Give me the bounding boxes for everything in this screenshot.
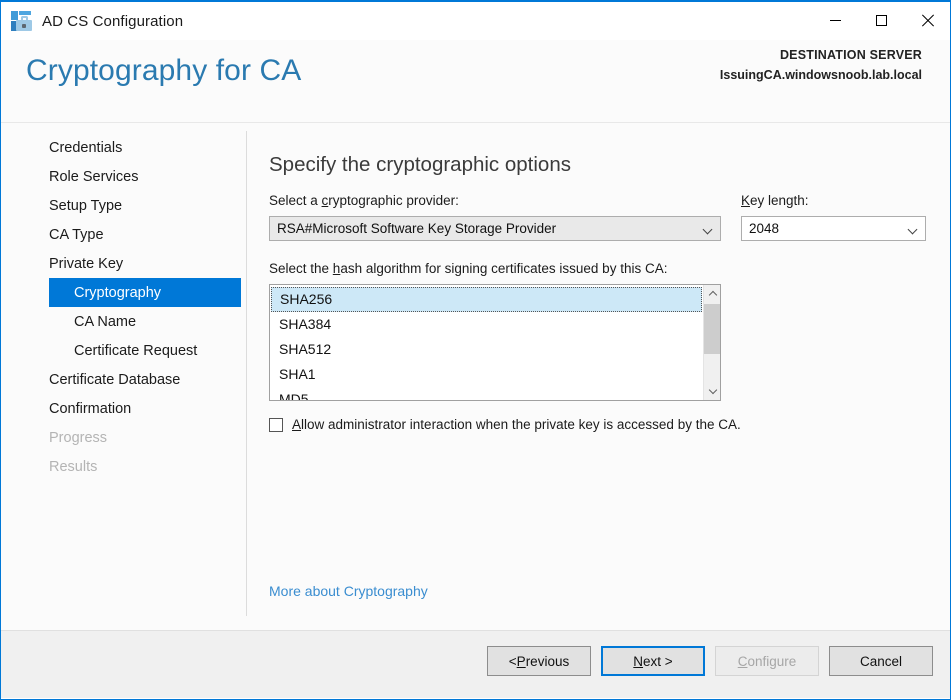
content-heading: Specify the cryptographic options	[269, 153, 571, 176]
wizard-header: Cryptography for CA DESTINATION SERVER I…	[1, 40, 950, 123]
key-length-column: Key length: 2048	[741, 193, 926, 241]
page-title: Cryptography for CA	[26, 54, 302, 87]
sidebar-item-certificate-request[interactable]: Certificate Request	[1, 336, 245, 365]
sidebar-divider	[246, 131, 247, 616]
hash-list-item[interactable]: SHA256	[271, 287, 702, 312]
maximize-button[interactable]	[858, 2, 904, 39]
title-bar: AD CS Configuration	[1, 2, 950, 40]
window-controls	[812, 2, 950, 39]
sidebar-item-label: Credentials	[49, 139, 123, 156]
cancel-button[interactable]: Cancel	[829, 646, 933, 676]
key-length-dropdown[interactable]: 2048	[741, 216, 926, 241]
hash-list-item[interactable]: SHA512	[270, 337, 703, 362]
hash-list-scrollbar[interactable]	[703, 285, 720, 400]
provider-row: Select a cryptographic provider: RSA#Mic…	[269, 193, 938, 241]
sidebar-item-confirmation[interactable]: Confirmation	[1, 394, 245, 423]
allow-admin-interaction-checkbox[interactable]	[269, 417, 283, 432]
server-manager-toolbox-icon	[11, 10, 33, 32]
key-length-value: 2048	[749, 221, 780, 236]
destination-server-label: DESTINATION SERVER	[779, 48, 922, 62]
scroll-down-icon[interactable]	[704, 383, 720, 400]
hash-algorithm-label: Select the hash algorithm for signing ce…	[269, 261, 668, 276]
allow-admin-interaction-row[interactable]: Allow administrator interaction when the…	[269, 417, 741, 432]
sidebar-item-label: Setup Type	[49, 197, 123, 214]
minimize-button[interactable]	[812, 2, 858, 39]
key-length-label: Key length:	[741, 193, 809, 208]
hash-algorithm-block: Select the hash algorithm for signing ce…	[269, 261, 721, 401]
sidebar-item-label: Certificate Database	[49, 371, 181, 388]
sidebar-item-certificate-database[interactable]: Certificate Database	[1, 365, 245, 394]
sidebar-item-progress: Progress	[1, 423, 245, 452]
minimize-icon	[829, 20, 841, 21]
maximize-icon	[875, 15, 887, 26]
wizard-footer: < Previous Next > Configure Cancel	[1, 630, 950, 698]
hash-list-item[interactable]: MD5	[270, 387, 703, 400]
wizard-body: Credentials Role Services Setup Type CA Typ…	[1, 123, 950, 630]
sidebar-item-label: CA Type	[49, 226, 104, 243]
sidebar-item-label: Certificate Request	[74, 342, 198, 359]
sidebar-item-cryptography[interactable]: Cryptography	[49, 278, 241, 307]
sidebar-item-setup-type[interactable]: Setup Type	[1, 191, 245, 220]
provider-value: RSA#Microsoft Software Key Storage Provi…	[277, 221, 557, 236]
sidebar-item-label: Private Key	[49, 255, 124, 272]
provider-label: Select a cryptographic provider:	[269, 193, 459, 208]
hash-algorithm-listbox[interactable]: SHA256 SHA384 SHA512 SHA1 MD5	[269, 284, 721, 401]
window-title: AD CS Configuration	[42, 12, 184, 30]
hash-list-item[interactable]: SHA1	[270, 362, 703, 387]
sidebar-item-ca-name[interactable]: CA Name	[1, 307, 245, 336]
footer-button-row: < Previous Next > Configure Cancel	[487, 646, 933, 676]
configure-button: Configure	[715, 646, 819, 676]
sidebar-item-label: Cryptography	[74, 284, 162, 301]
sidebar-item-label: Role Services	[49, 168, 139, 185]
sidebar-item-private-key[interactable]: Private Key	[1, 249, 245, 278]
close-icon	[921, 14, 934, 27]
sidebar-item-label: Progress	[49, 429, 108, 446]
cryptographic-provider-dropdown[interactable]: RSA#Microsoft Software Key Storage Provi…	[269, 216, 721, 241]
allow-admin-interaction-label[interactable]: Allow administrator interaction when the…	[292, 417, 741, 432]
more-about-cryptography-link[interactable]: More about Cryptography	[269, 583, 428, 599]
destination-server-block: DESTINATION SERVER IssuingCA.windowsnoob…	[720, 48, 922, 82]
sidebar-item-label: CA Name	[74, 313, 137, 330]
sidebar-item-results: Results	[1, 452, 245, 481]
wizard-content: Specify the cryptographic options Select…	[269, 123, 938, 630]
ad-cs-configuration-window: AD CS Configuration Cryptography for CA …	[0, 0, 951, 700]
close-button[interactable]	[904, 2, 950, 39]
scrollbar-thumb[interactable]	[704, 304, 720, 354]
previous-button[interactable]: < Previous	[487, 646, 591, 676]
hash-list-item[interactable]: SHA384	[270, 312, 703, 337]
chevron-down-icon	[909, 226, 916, 233]
sidebar-item-role-services[interactable]: Role Services	[1, 162, 245, 191]
provider-column: Select a cryptographic provider: RSA#Mic…	[269, 193, 721, 241]
scroll-up-icon[interactable]	[704, 285, 720, 302]
next-button[interactable]: Next >	[601, 646, 705, 676]
chevron-down-icon	[704, 226, 711, 233]
sidebar-item-credentials[interactable]: Credentials	[1, 133, 245, 162]
destination-server-name: IssuingCA.windowsnoob.lab.local	[719, 68, 922, 82]
sidebar-item-ca-type[interactable]: CA Type	[1, 220, 245, 249]
hash-algorithm-items: SHA256 SHA384 SHA512 SHA1 MD5	[270, 285, 703, 400]
sidebar-item-label: Results	[49, 458, 98, 475]
wizard-navigation: Credentials Role Services Setup Type CA Typ…	[1, 133, 245, 481]
sidebar-item-label: Confirmation	[49, 400, 132, 417]
